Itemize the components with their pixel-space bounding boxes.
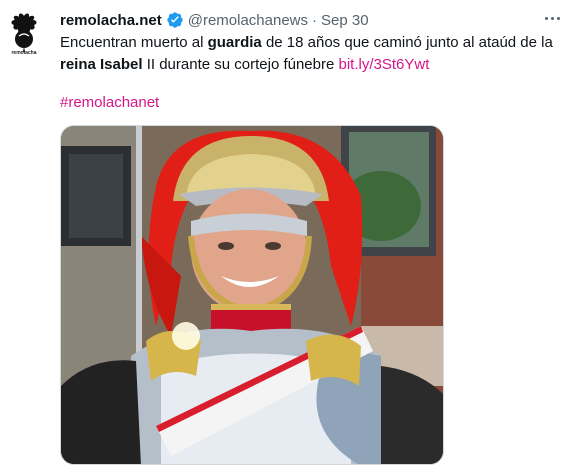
beet-logo-icon	[11, 13, 37, 52]
display-name[interactable]: remolacha.net	[60, 12, 162, 29]
guard-photo	[61, 126, 443, 464]
more-options-icon[interactable]	[540, 8, 564, 28]
avatar[interactable]	[6, 12, 42, 52]
tweet-date[interactable]: Sep 30	[321, 12, 369, 29]
tweet-text-part: de 18 años que caminó junto al ataúd de …	[261, 34, 553, 51]
avatar-caption: remolacha	[11, 50, 37, 56]
handle[interactable]: @remolachanews	[188, 12, 308, 29]
tweet-text-part: Encuentran muerto al	[60, 34, 208, 51]
hashtag-link[interactable]: #remolachanet	[60, 92, 159, 114]
tweet-link[interactable]: bit.ly/3St6Ywt	[339, 56, 430, 73]
verified-badge-icon	[166, 11, 184, 29]
tweet-text: Encuentran muerto al guardia de 18 años …	[60, 32, 560, 76]
tweet-bold-part: guardia	[207, 34, 262, 51]
tweet-image[interactable]	[60, 125, 444, 465]
separator: ·	[312, 11, 317, 29]
tweet-text-part: II durante su cortejo fúnebre	[142, 56, 339, 73]
tweet-bold-part: reina Isabel	[60, 56, 143, 73]
tweet-header: remolacha.net @remolachanews · Sep 30	[60, 10, 562, 30]
